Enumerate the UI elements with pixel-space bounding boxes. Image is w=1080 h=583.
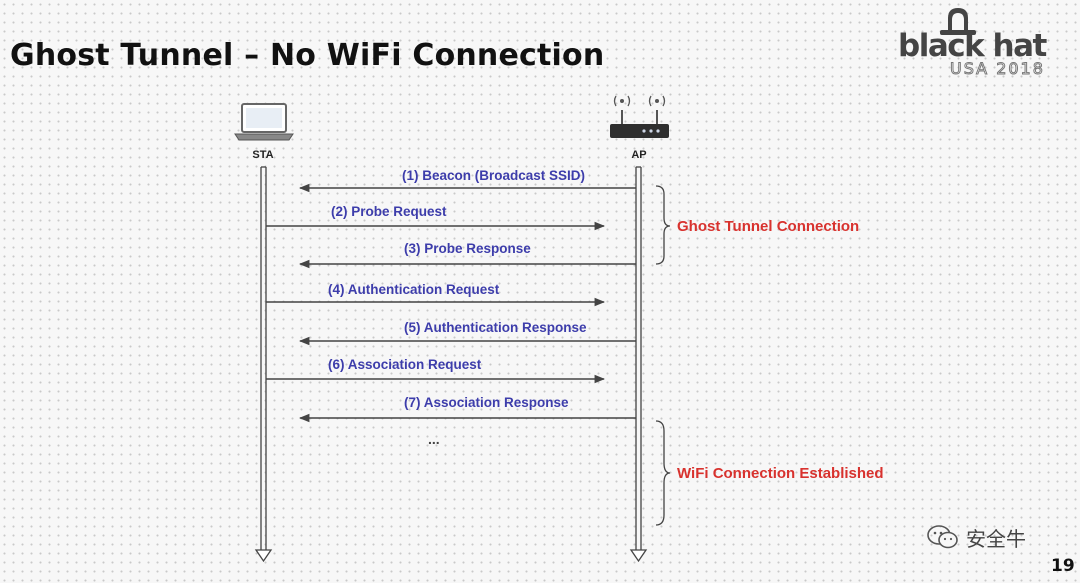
actor-label-ap: AP (631, 149, 646, 161)
laptop-icon (234, 103, 294, 141)
message-label-6: (6) Association Request (328, 357, 482, 372)
message-label-5: (5) Authentication Response (404, 320, 587, 335)
wechat-icon (927, 525, 958, 549)
actor-label-sta: STA (252, 149, 273, 161)
brace-ghost-tunnel (655, 185, 671, 265)
brace-wifi-established (655, 420, 671, 526)
router-icon (610, 95, 669, 138)
watermark-text: 安全牛 (966, 526, 1026, 551)
ellipsis: ... (428, 431, 440, 447)
lifeline-ap (629, 166, 648, 563)
group-label-ghost-tunnel: Ghost Tunnel Connection (677, 218, 859, 235)
message-label-2: (2) Probe Request (331, 204, 447, 219)
page-number: 19 (1051, 556, 1075, 576)
message-label-1: (1) Beacon (Broadcast SSID) (402, 168, 585, 183)
message-label-4: (4) Authentication Request (328, 282, 500, 297)
message-label-7: (7) Association Response (404, 395, 569, 410)
message-label-3: (3) Probe Response (404, 241, 531, 256)
sequence-diagram: STA AP (1) Beacon (Broadcast SSID) (2) P… (234, 95, 884, 563)
group-label-wifi-established: WiFi Connection Established (677, 465, 884, 482)
watermark: 安全牛 (926, 523, 1026, 551)
